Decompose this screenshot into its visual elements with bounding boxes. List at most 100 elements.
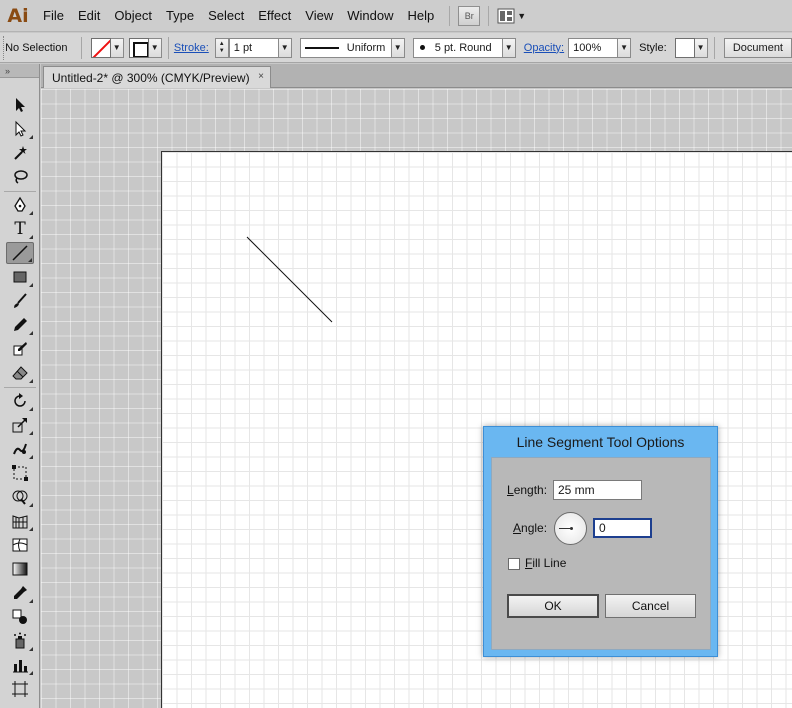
profile-field[interactable]: Uniform <box>299 37 392 58</box>
eraser-tool[interactable] <box>6 362 34 384</box>
tool-flyout-icon <box>29 671 33 675</box>
chevron-down-icon[interactable]: ▼ <box>391 37 405 58</box>
illustrator-window: Ai File Edit Object Type Select Effect V… <box>0 0 792 708</box>
opacity-input[interactable]: 100% <box>568 37 619 58</box>
blob-brush-tool[interactable] <box>6 338 34 360</box>
menu-type[interactable]: Type <box>159 0 201 32</box>
tool-flyout-icon <box>29 235 33 239</box>
tools-panel-header[interactable]: » <box>0 64 39 78</box>
tool-divider <box>4 191 36 192</box>
eyedropper-tool[interactable] <box>6 582 34 604</box>
chevron-down-icon[interactable]: ▼ <box>148 37 162 58</box>
dialog-title[interactable]: Line Segment Tool Options <box>484 427 717 457</box>
stepper-down-icon[interactable]: ▼ <box>219 48 225 55</box>
length-label-mnemonic: L <box>507 483 514 497</box>
type-tool[interactable]: T <box>6 218 34 240</box>
fill-line-label[interactable]: Fill Line <box>525 556 566 570</box>
collapse-panel-icon[interactable]: » <box>5 66 10 76</box>
gradient-tool-icon <box>12 562 28 576</box>
warp-tool-icon <box>13 443 27 455</box>
menu-select[interactable]: Select <box>201 0 251 32</box>
blend-tool[interactable] <box>6 606 34 628</box>
fill-line-checkbox[interactable] <box>508 558 520 570</box>
bridge-label: Br <box>464 10 474 21</box>
menu-effect[interactable]: Effect <box>251 0 298 32</box>
paintbrush-tool[interactable] <box>6 290 34 312</box>
close-icon[interactable]: × <box>258 71 264 82</box>
magic-wand-tool[interactable] <box>6 142 34 164</box>
lasso-tool[interactable] <box>6 166 34 188</box>
document-tab[interactable]: Untitled-2* @ 300% (CMYK/Preview) × <box>43 66 271 88</box>
tool-flyout-icon <box>29 331 33 335</box>
pen-tool[interactable] <box>6 194 34 216</box>
menu-window[interactable]: Window <box>340 0 400 32</box>
warp-tool[interactable] <box>6 438 34 460</box>
chevron-down-icon[interactable]: ▼ <box>502 37 516 58</box>
angle-input[interactable]: 0 <box>593 518 652 538</box>
brush-definition-control[interactable]: 5 pt. Round ▼ <box>412 37 516 58</box>
menu-help[interactable]: Help <box>400 0 441 32</box>
tool-flyout-icon <box>29 599 33 603</box>
stroke-weight-stepper[interactable]: ▲ ▼ <box>214 37 229 58</box>
free-transform-tool[interactable] <box>6 462 34 484</box>
perspective-grid-tool[interactable] <box>6 510 34 532</box>
direct-selection-tool[interactable] <box>6 118 34 140</box>
pencil-tool-icon <box>14 318 27 331</box>
chevron-down-icon[interactable]: ▼ <box>618 37 632 58</box>
pencil-tool[interactable] <box>6 314 34 336</box>
arrange-documents-button[interactable]: ▼ <box>497 8 526 24</box>
tool-flyout-icon <box>29 527 33 531</box>
chevron-down-icon[interactable]: ▼ <box>278 37 292 58</box>
line-segment-tool-icon <box>12 245 28 261</box>
fill-color-control[interactable]: ▼ <box>90 37 124 58</box>
stroke-swatch-icon[interactable] <box>128 37 149 58</box>
selection-tool[interactable] <box>6 94 34 116</box>
scale-tool[interactable] <box>6 414 34 436</box>
mesh-tool-icon <box>12 538 28 552</box>
rotate-tool[interactable] <box>6 390 34 412</box>
column-graph-tool[interactable] <box>6 654 34 676</box>
ok-button[interactable]: OK <box>507 594 599 618</box>
menu-edit[interactable]: Edit <box>71 0 107 32</box>
chevron-down-icon: ▼ <box>517 10 527 21</box>
graphic-style-swatch[interactable] <box>674 37 695 58</box>
graphic-style-control[interactable]: ▼ <box>674 37 708 58</box>
tool-flyout-icon <box>29 431 33 435</box>
variable-width-profile-control[interactable]: Uniform ▼ <box>299 37 405 58</box>
angle-dial[interactable] <box>554 512 587 545</box>
opacity-panel-link[interactable]: Opacity: <box>524 42 564 54</box>
menu-file[interactable]: File <box>36 0 71 32</box>
rectangle-tool[interactable] <box>6 266 34 288</box>
profile-line-preview <box>304 46 339 49</box>
cancel-button[interactable]: Cancel <box>605 594 696 618</box>
menu-object[interactable]: Object <box>107 0 159 32</box>
chevron-down-icon[interactable]: ▼ <box>110 37 124 58</box>
selection-tool-icon <box>16 98 25 112</box>
fill-none-swatch-icon[interactable] <box>90 37 111 58</box>
gradient-tool[interactable] <box>6 558 34 580</box>
tool-flyout-icon <box>29 135 33 139</box>
menu-separator <box>488 5 490 26</box>
line-segment-tool[interactable] <box>6 242 34 264</box>
eraser-tool-icon <box>12 366 28 380</box>
length-label: Length: <box>507 483 547 497</box>
stroke-color-control[interactable]: ▼ <box>128 37 162 58</box>
brush-field[interactable]: 5 pt. Round <box>412 37 503 58</box>
dialog-body: Length: 25 mm Angle: 0 Fill Line OK Canc… <box>491 457 711 650</box>
tool-flyout-icon <box>28 258 32 262</box>
artboard-tool[interactable] <box>6 678 34 700</box>
menu-view[interactable]: View <box>298 0 340 32</box>
length-input[interactable]: 25 mm <box>553 480 642 500</box>
chevron-down-icon[interactable]: ▼ <box>694 37 708 58</box>
symbol-sprayer-tool[interactable] <box>6 630 34 652</box>
magic-wand-tool-icon <box>14 146 27 160</box>
stroke-weight-input[interactable]: 1 pt <box>228 37 279 58</box>
bridge-button[interactable]: Br <box>458 5 481 26</box>
blend-tool-icon <box>12 609 27 624</box>
stroke-panel-link[interactable]: Stroke: <box>174 42 209 54</box>
stepper-up-icon[interactable]: ▲ <box>219 41 225 48</box>
selection-status: No Selection <box>5 41 68 54</box>
shape-builder-tool[interactable] <box>6 486 34 508</box>
mesh-tool[interactable] <box>6 534 34 556</box>
document-setup-button[interactable]: Document <box>723 37 792 58</box>
